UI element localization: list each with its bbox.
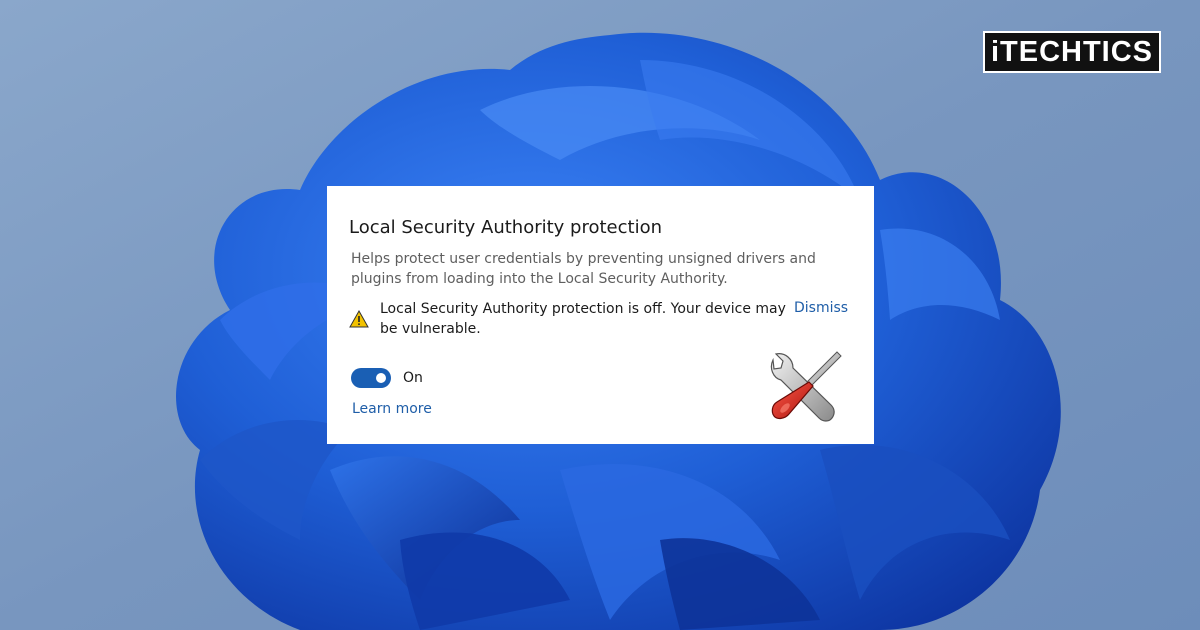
toggle-state-label: On xyxy=(403,370,423,386)
card-title: Local Security Authority protection xyxy=(349,217,662,238)
logo-text: iTECHTICS xyxy=(990,35,1154,68)
dismiss-link[interactable]: Dismiss xyxy=(794,300,848,316)
warning-icon xyxy=(349,310,369,328)
toggle-knob xyxy=(376,373,386,383)
tools-icon xyxy=(770,351,842,422)
card-description: Helps protect user credentials by preven… xyxy=(351,251,816,287)
itechtics-logo: iTECHTICS xyxy=(983,31,1161,73)
learn-more-link[interactable]: Learn more xyxy=(352,401,432,417)
warning-message: Local Security Authority protection is o… xyxy=(380,301,786,337)
lsa-protection-card: Local Security Authority protection Help… xyxy=(327,186,874,444)
lsa-protection-toggle[interactable] xyxy=(351,368,391,388)
